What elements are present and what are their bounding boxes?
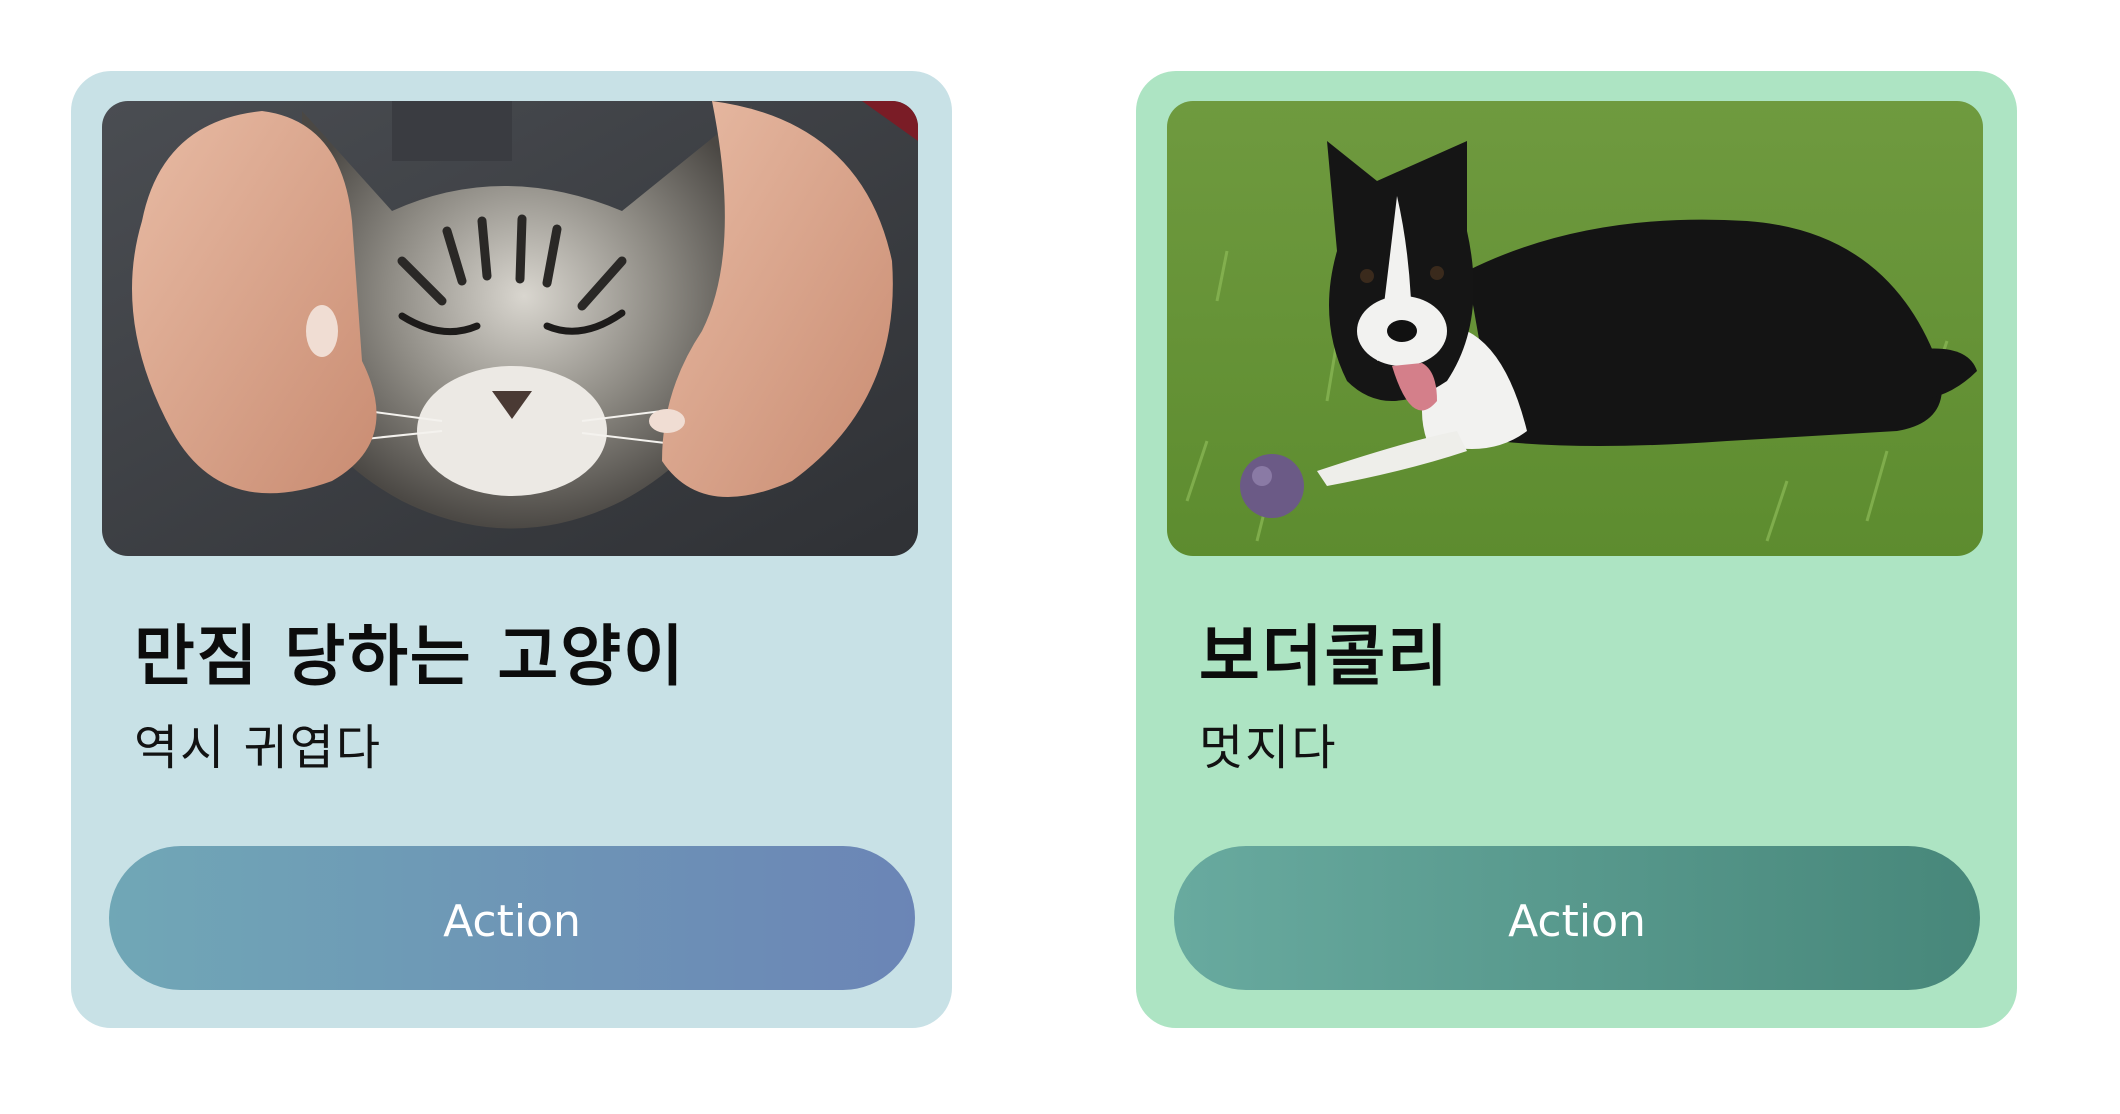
card-dog: 보더콜리 멋지다 Action — [1136, 71, 2017, 1028]
card-title: 보더콜리 — [1199, 618, 1450, 695]
card-subtitle: 역시 귀엽다 — [134, 720, 383, 776]
cat-photo — [102, 101, 918, 556]
action-button[interactable]: Action — [109, 846, 915, 990]
card-cat: 만짐 당하는 고양이 역시 귀엽다 Action — [71, 71, 952, 1028]
card-subtitle: 멋지다 — [1199, 720, 1338, 776]
dog-photo — [1167, 101, 1983, 556]
card-title: 만짐 당하는 고양이 — [134, 618, 686, 695]
action-button[interactable]: Action — [1174, 846, 1980, 990]
